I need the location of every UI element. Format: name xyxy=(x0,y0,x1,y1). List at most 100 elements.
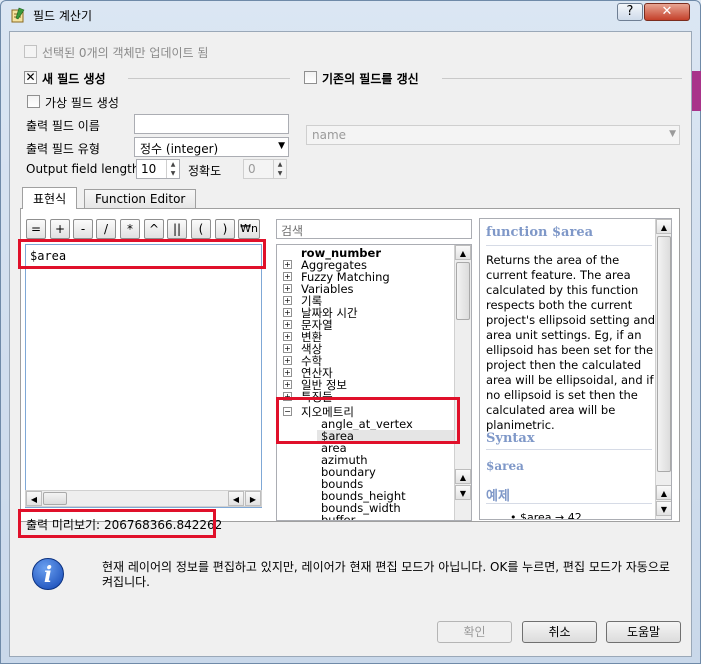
help-examples-rule xyxy=(486,503,652,504)
precision-label: 정확도 xyxy=(188,164,222,178)
background-decoration xyxy=(692,71,701,111)
window-title: 필드 계산기 xyxy=(33,9,93,23)
output-field-type-select[interactable]: 정수 (integer) ▼ xyxy=(134,137,289,157)
spin-up-icon[interactable]: ▲ xyxy=(166,160,179,169)
help-button[interactable]: 도움말 xyxy=(606,621,681,643)
vscroll-thumb[interactable] xyxy=(456,262,470,320)
chevron-down-icon: ▼ xyxy=(278,141,285,151)
operator-equals-button[interactable]: = xyxy=(26,219,46,239)
scroll-up-icon[interactable]: ▲ xyxy=(455,469,471,484)
operator-concat-button[interactable]: || xyxy=(167,219,187,239)
scroll-left-icon[interactable]: ◀ xyxy=(228,491,244,506)
output-preview: 출력 미리보기: 206768366.842262 xyxy=(26,516,222,533)
collapse-minus-icon[interactable]: − xyxy=(283,407,292,416)
update-existing-field-checkbox[interactable] xyxy=(304,71,317,84)
operator-close-paren-button[interactable]: ) xyxy=(215,219,235,239)
operator-open-paren-button[interactable]: ( xyxy=(191,219,211,239)
output-preview-label: 출력 미리보기: xyxy=(26,518,101,532)
dialog-body: 선택된 0개의 객체만 업데이트 됨 ✕ 새 필드 생성 기존의 필드를 갱신 … xyxy=(9,31,692,657)
operator-divide-button[interactable]: / xyxy=(96,219,116,239)
existing-field-select[interactable]: name ▼ xyxy=(306,125,680,145)
help-syntax-rule xyxy=(486,449,652,450)
output-field-name-label: 출력 필드 이름 xyxy=(26,119,100,133)
operator-minus-button[interactable]: - xyxy=(73,219,93,239)
operator-power-button[interactable]: ^ xyxy=(144,219,164,239)
scroll-up-icon[interactable]: ▲ xyxy=(455,245,471,260)
existing-field-group-line xyxy=(442,78,682,79)
operator-plus-button[interactable]: + xyxy=(50,219,70,239)
help-title-rule xyxy=(486,245,652,246)
help-syntax-heading: Syntax xyxy=(486,431,535,446)
expression-text: $area xyxy=(30,249,67,263)
function-search-input[interactable]: 검색 xyxy=(276,219,472,239)
output-preview-value: 206768366.842262 xyxy=(103,518,223,532)
expand-plus-icon[interactable]: + xyxy=(283,308,292,317)
help-syntax: $area xyxy=(486,459,524,473)
info-icon: i xyxy=(32,558,64,590)
help-title: function $area xyxy=(486,225,594,240)
tab-function-editor[interactable]: Function Editor xyxy=(84,189,197,209)
scroll-down-icon[interactable]: ▼ xyxy=(656,501,671,516)
tree-item-features[interactable]: 특징들 xyxy=(301,391,333,403)
create-new-field-label: 새 필드 생성 xyxy=(42,72,106,86)
new-field-group-line xyxy=(128,78,290,79)
operator-multiply-button[interactable]: * xyxy=(120,219,140,239)
ok-button[interactable]: 확인 xyxy=(437,621,512,643)
spin-down-icon[interactable]: ▼ xyxy=(273,169,286,178)
expand-plus-icon[interactable]: + xyxy=(283,392,292,401)
spin-up-icon[interactable]: ▲ xyxy=(273,160,286,169)
expression-hscrollbar[interactable]: ◀ ◀ ▶ xyxy=(25,490,262,507)
vscroll-thumb[interactable] xyxy=(657,236,671,472)
title-help-button[interactable]: ? xyxy=(617,3,643,21)
help-example: • $area → 42 xyxy=(510,511,582,520)
expand-plus-icon[interactable]: + xyxy=(283,356,292,365)
scroll-right-icon[interactable]: ▶ xyxy=(245,491,261,506)
create-new-field-checkbox[interactable]: ✕ xyxy=(24,71,37,84)
title-bar[interactable]: 필드 계산기 ? ✕ xyxy=(1,1,700,29)
tree-item-buffer[interactable]: buffer xyxy=(321,514,355,520)
expand-plus-icon[interactable]: + xyxy=(283,284,292,293)
output-field-type-label: 출력 필드 유형 xyxy=(26,142,100,156)
expand-plus-icon[interactable]: + xyxy=(283,296,292,305)
update-existing-field-label: 기존의 필드를 갱신 xyxy=(322,72,419,86)
title-close-button[interactable]: ✕ xyxy=(644,3,690,21)
output-field-length-spinbox[interactable]: 10 ▲ ▼ xyxy=(136,159,180,179)
expand-plus-icon[interactable]: + xyxy=(283,332,292,341)
hscroll-thumb[interactable] xyxy=(43,492,67,505)
scroll-left-icon[interactable]: ◀ xyxy=(26,491,42,506)
operator-newline-button[interactable]: ₩n xyxy=(238,219,260,239)
expand-plus-icon[interactable]: + xyxy=(283,272,292,281)
output-field-name-input[interactable] xyxy=(134,114,289,134)
help-description: Returns the area of the current feature.… xyxy=(486,253,656,432)
calculator-app-icon xyxy=(11,7,25,23)
update-selected-only-checkbox[interactable] xyxy=(24,45,37,58)
function-help-panel: function $area Returns the area of the c… xyxy=(479,218,672,520)
info-message: 현재 레이어의 정보를 편집하고 있지만, 레이어가 현재 편집 모드가 아닙니… xyxy=(102,560,670,589)
help-vscrollbar[interactable]: ▲ ▲ ▼ xyxy=(655,219,671,519)
help-examples-heading: 예제 xyxy=(486,489,510,504)
function-tree-vscrollbar[interactable]: ▲ ▲ ▼ xyxy=(454,245,471,520)
spin-down-icon[interactable]: ▼ xyxy=(166,169,179,178)
cancel-button[interactable]: 취소 xyxy=(522,621,597,643)
expression-editor[interactable]: $area xyxy=(25,244,262,508)
expand-plus-icon[interactable]: + xyxy=(283,320,292,329)
function-tree[interactable]: row_number + Aggregates + Fuzzy Matching… xyxy=(276,244,472,521)
scroll-down-icon[interactable]: ▼ xyxy=(455,485,471,500)
existing-field-value: name xyxy=(312,128,347,142)
tab-expression[interactable]: 표현식 xyxy=(22,187,78,209)
expand-plus-icon[interactable]: + xyxy=(283,368,292,377)
expand-plus-icon[interactable]: + xyxy=(283,380,292,389)
output-field-length-label: Output field length xyxy=(26,162,140,176)
update-selected-only-label: 선택된 0개의 객체만 업데이트 됨 xyxy=(42,46,209,60)
field-calculator-window: 필드 계산기 ? ✕ 선택된 0개의 객체만 업데이트 됨 ✕ 새 필드 생성 … xyxy=(0,0,701,664)
output-field-type-value: 정수 (integer) xyxy=(140,142,219,156)
scroll-up-icon[interactable]: ▲ xyxy=(656,219,671,234)
expand-plus-icon[interactable]: + xyxy=(283,344,292,353)
expand-plus-icon[interactable]: + xyxy=(283,260,292,269)
virtual-field-label: 가상 필드 생성 xyxy=(45,96,119,110)
scroll-up-icon[interactable]: ▲ xyxy=(656,485,671,500)
precision-spinbox[interactable]: 0 ▲ ▼ xyxy=(243,159,287,179)
chevron-down-icon: ▼ xyxy=(669,129,676,139)
output-field-length-value: 10 xyxy=(141,162,157,176)
virtual-field-checkbox[interactable] xyxy=(27,95,40,108)
